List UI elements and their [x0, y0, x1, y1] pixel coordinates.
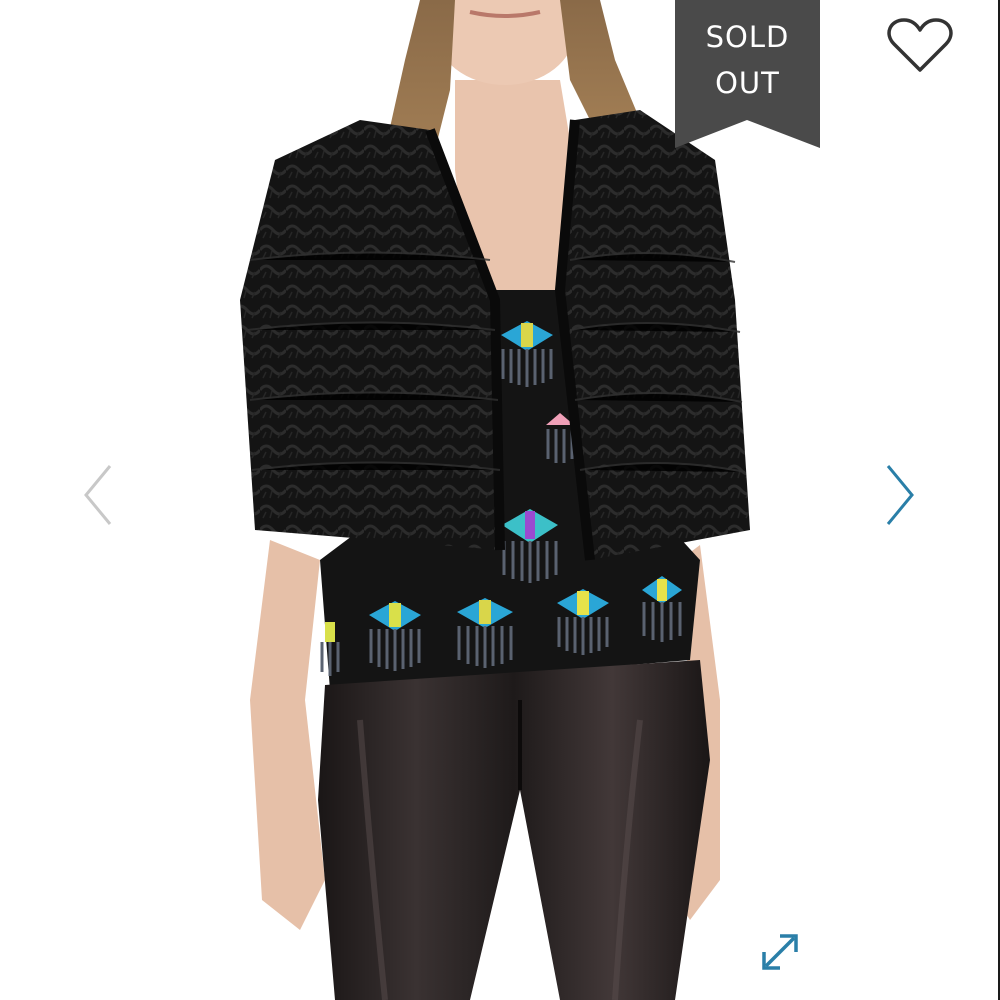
sold-out-label: SOLD OUT	[675, 14, 820, 106]
sold-out-badge: SOLD OUT	[675, 0, 820, 148]
next-image-button[interactable]	[880, 460, 920, 530]
expand-arrows-icon	[762, 934, 798, 970]
product-gallery: SOLD OUT	[0, 0, 1000, 1000]
chevron-left-icon	[84, 465, 112, 525]
chevron-right-icon	[886, 465, 914, 525]
sold-out-line-2: OUT	[715, 66, 780, 100]
product-image[interactable]	[0, 0, 1000, 1000]
sold-out-line-1: SOLD	[705, 20, 790, 54]
heart-outline-icon	[887, 18, 953, 72]
favorite-button[interactable]	[886, 14, 954, 76]
expand-image-button[interactable]	[756, 928, 804, 976]
previous-image-button[interactable]	[78, 460, 118, 530]
